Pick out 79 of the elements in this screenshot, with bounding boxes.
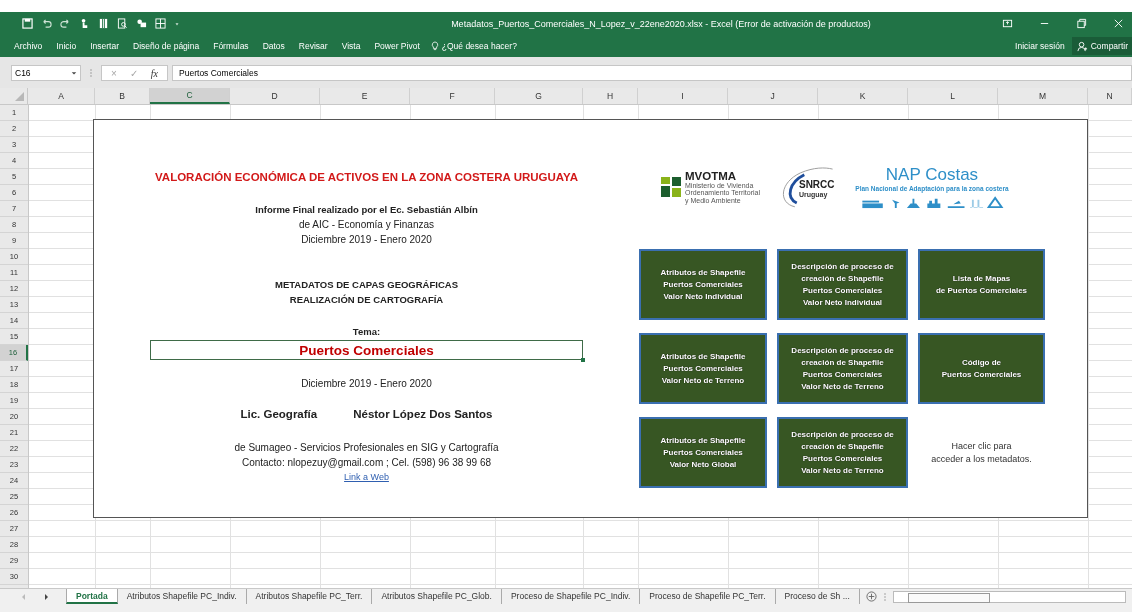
date-text: Diciembre 2019 - Enero 2020	[301, 377, 432, 391]
sheet-tab[interactable]: Atributos Shapefile PC_Glob.	[372, 589, 502, 604]
columns-icon[interactable]	[98, 18, 109, 29]
column-header[interactable]: M	[998, 88, 1088, 104]
person-icon	[1076, 40, 1088, 52]
column-header[interactable]: I	[638, 88, 728, 104]
metadata-button[interactable]: Descripción de proceso de creación de Shapefile Puertos Comerciales Valor Neto Individual	[777, 249, 908, 320]
ribbon-tab[interactable]: Datos	[255, 41, 292, 51]
subtitle: REALIZACIÓN DE CARTOGRAFÍA	[289, 293, 444, 307]
next-sheet-icon[interactable]	[42, 593, 50, 601]
sheet-tab[interactable]: Atributos Shapefile PC_Terr.	[246, 589, 373, 604]
share-workbook-icon[interactable]	[136, 18, 147, 29]
topic-label: Tema:	[352, 325, 381, 339]
author-title: Lic. Geografía	[240, 407, 318, 422]
column-header[interactable]: D	[230, 88, 320, 104]
sheet-tab[interactable]: Proceso de Shapefile PC_Terr.	[640, 589, 776, 604]
dropdown-caret-icon	[71, 70, 77, 76]
metadata-button[interactable]: Lista de Mapas de Puertos Comerciales	[918, 249, 1045, 320]
grip-icon	[89, 67, 93, 79]
name-box[interactable]: C16	[11, 65, 81, 81]
column-header[interactable]: J	[728, 88, 818, 104]
customize-icon[interactable]	[174, 20, 180, 27]
company-text: de Sumageo - Servicios Profesionales en SIG y Cartografía	[234, 441, 499, 455]
column-header[interactable]: C	[150, 88, 230, 104]
sheet-tab[interactable]: Atributos Shapefile PC_Indiv.	[117, 589, 247, 604]
undo-icon[interactable]	[41, 18, 52, 29]
tell-me-field[interactable]: ¿Qué desea hacer?	[426, 41, 546, 51]
metadata-button[interactable]: Atributos de Shapefile Puertos Comerciales Valor Neto Individual	[639, 249, 767, 320]
column-header[interactable]: G	[495, 88, 583, 104]
contact-text: Contacto: nlopezuy@gmail.com ; Cel. (598) 96 38 99 68	[241, 456, 492, 470]
sheet-tab[interactable]: Proceso de Sh ...	[775, 589, 860, 604]
ribbon-tab[interactable]: Insertar	[83, 41, 126, 51]
column-header[interactable]: N	[1088, 88, 1132, 104]
ribbon-tab[interactable]: Fórmulas	[206, 41, 256, 51]
ribbon-tab[interactable]: Power Pivot	[367, 41, 427, 51]
formula-input[interactable]: Puertos Comerciales	[172, 65, 1132, 81]
report-credit: Informe Final realizado por el Ec. Sebastián Albín	[255, 203, 478, 217]
horizontal-scrollbar[interactable]	[892, 591, 1126, 603]
redo-icon[interactable]	[60, 18, 71, 29]
column-header[interactable]: F	[410, 88, 495, 104]
ribbon-tab[interactable]: Vista	[334, 41, 368, 51]
metadata-button[interactable]: Código de Puertos Comerciales	[918, 333, 1045, 404]
metadata-button[interactable]: Atributos de Shapefile Puertos Comerciales Valor Neto de Terreno	[639, 333, 767, 404]
grip-icon	[882, 591, 887, 603]
topic-cell[interactable]: Puertos Comerciales	[150, 340, 583, 360]
touch-icon[interactable]	[79, 18, 90, 29]
subtitle: METADATOS DE CAPAS GEOGRÁFICAS	[275, 278, 458, 292]
ribbon-tab[interactable]: Revisar	[291, 41, 335, 51]
ribbon-tab[interactable]: Diseño de página	[126, 41, 207, 51]
author-name: Néstor López Dos Santos	[353, 407, 493, 422]
metadata-button[interactable]: Descripción de proceso de creación de Shapefile Puertos Comerciales Valor Neto de Terreno	[777, 417, 908, 488]
window-title: Metadatos_Puertos_Comerciales_N_Lopez_v_22ene2020.xlsx - Excel (Error de activación de productos)	[450, 18, 872, 29]
lightbulb-icon	[430, 41, 439, 51]
column-header[interactable]: A	[28, 88, 95, 104]
ribbon-display-icon[interactable]	[1002, 18, 1013, 29]
share-button[interactable]: Compartir	[1071, 37, 1132, 55]
column-header[interactable]: K	[818, 88, 908, 104]
insert-function-button[interactable]: fx	[150, 67, 159, 79]
sheet-tab[interactable]: Portada	[66, 589, 118, 604]
sign-in-link[interactable]: Iniciar sesión	[1008, 41, 1072, 51]
instruction-text: Hacer clic para acceder a los metadatos.	[930, 439, 1033, 466]
metadata-button[interactable]: Descripción de proceso de creación de Shapefile Puertos Comerciales Valor Neto de Terreno	[777, 333, 908, 404]
column-header[interactable]: H	[583, 88, 638, 104]
save-icon[interactable]	[22, 18, 33, 29]
close-icon[interactable]	[1113, 18, 1124, 29]
web-link[interactable]: Link a Web	[344, 470, 389, 485]
report-credit: Diciembre 2019 - Enero 2020	[301, 233, 432, 247]
ribbon-tab[interactable]: Inicio	[49, 41, 84, 51]
report-title: VALORACIÓN ECONÓMICA DE ACTIVOS EN LA ZONA COSTERA URUGUAYA	[155, 170, 578, 185]
column-header[interactable]: E	[320, 88, 410, 104]
restore-icon[interactable]	[1076, 18, 1087, 29]
report-credit: de AIC - Economía y Finanzas	[298, 218, 435, 232]
borders-icon[interactable]	[155, 18, 166, 29]
print-preview-icon[interactable]	[117, 18, 128, 29]
column-header[interactable]: L	[908, 88, 998, 104]
metadata-button[interactable]: Atributos de Shapefile Puertos Comerciales Valor Neto Global	[639, 417, 767, 488]
ribbon-tab[interactable]: Archivo	[7, 41, 50, 51]
sheet-tab[interactable]: Proceso de Shapefile PC_Indiv.	[501, 589, 641, 604]
add-sheet-icon[interactable]	[865, 591, 877, 602]
